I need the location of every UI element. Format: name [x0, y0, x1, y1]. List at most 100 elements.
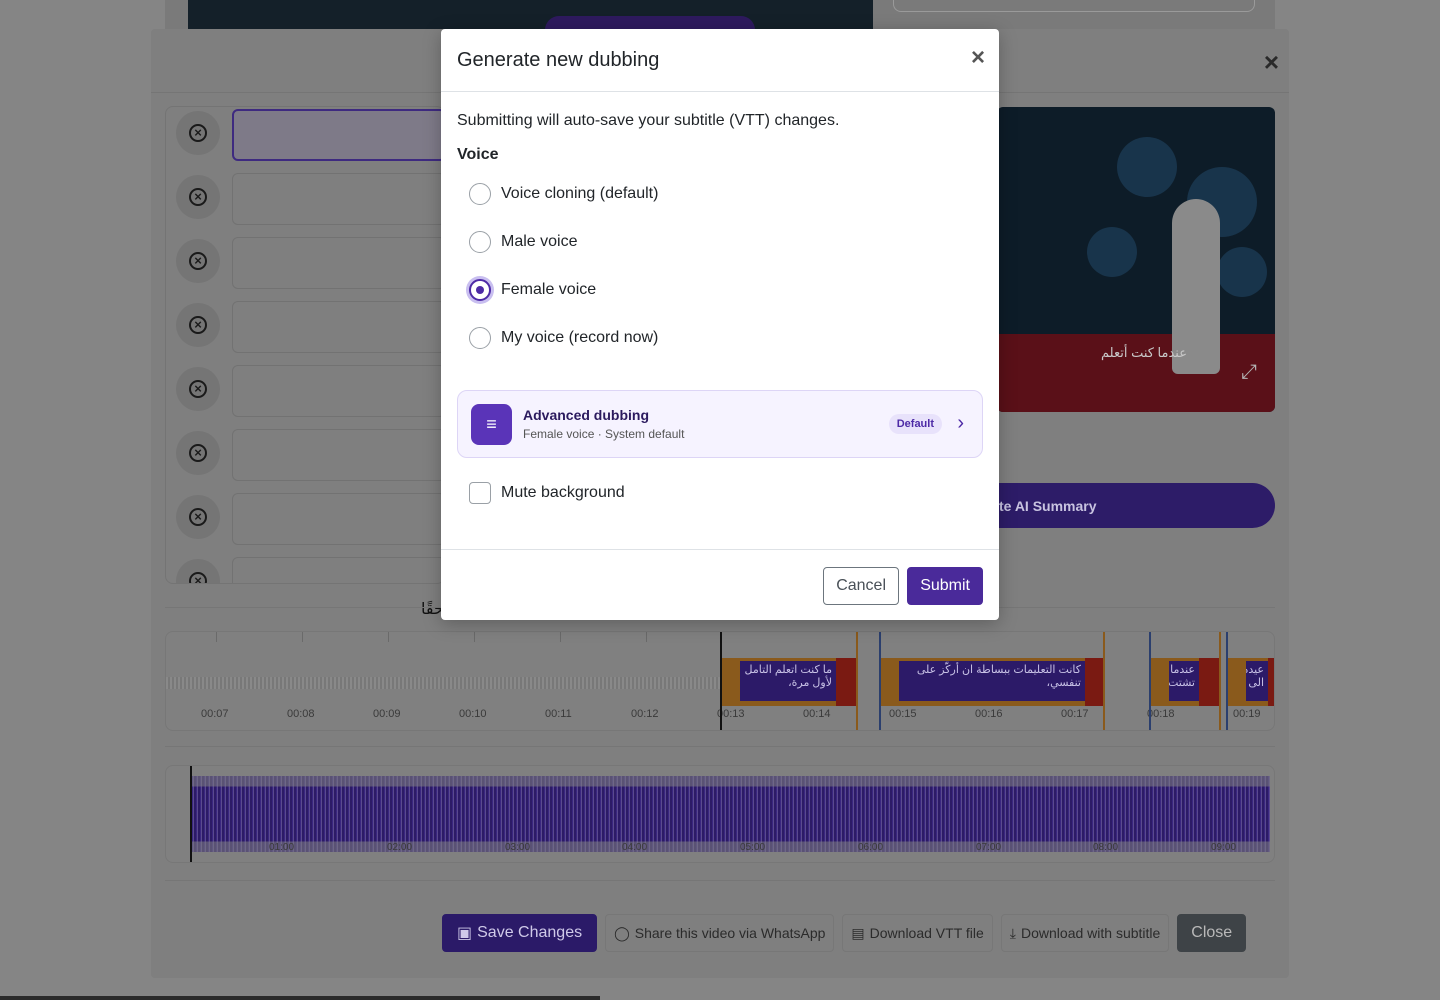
video-player[interactable]: عندما كنت أتعلم ⤢ — [997, 107, 1275, 412]
voice-option-label: Female voice — [501, 281, 597, 298]
download-icon: ⤓ — [1009, 924, 1016, 941]
overview-cursor[interactable] — [190, 766, 192, 862]
voice-label: Voice — [457, 146, 499, 163]
tick-mark — [560, 632, 561, 642]
download-vtt-button[interactable]: ▤ Download VTT file — [842, 914, 993, 952]
subtitle-text-field[interactable] — [232, 365, 444, 417]
share-whatsapp-button[interactable]: ◯ Share this video via WhatsApp — [605, 914, 835, 952]
circle-x-icon: × — [189, 188, 207, 206]
subtitle-text-field[interactable] — [232, 173, 444, 225]
playhead[interactable] — [720, 632, 722, 730]
overview-tick: 07:00 — [976, 842, 1002, 853]
floppy-icon: ▣ — [457, 925, 473, 942]
subtitle-row: × — [166, 299, 444, 363]
segment-handle[interactable] — [1085, 658, 1105, 706]
voice-option-male[interactable]: Male voice — [469, 230, 577, 254]
dub-segment[interactable]: كانت التعليمات ببساطة ان أركّز على تنفسي… — [881, 658, 1105, 706]
dub-segment[interactable]: عيده الى — [1228, 658, 1274, 706]
mute-background-checkbox[interactable] — [469, 482, 491, 504]
subtitle-text-field[interactable] — [232, 429, 444, 481]
segment-text: كانت التعليمات ببساطة ان أركّز على تنفسي… — [899, 661, 1085, 701]
tick-mark — [474, 632, 475, 642]
segment-handle[interactable] — [836, 658, 856, 706]
tick-label: 00:15 — [889, 708, 917, 720]
overview-tick: 06:00 — [858, 842, 884, 853]
segment-handle[interactable] — [1199, 658, 1219, 706]
waveform-timeline[interactable]: 00:07 00:08 00:09 00:10 00:11 00:12 00:1… — [165, 631, 1275, 731]
file-icon: ▤ — [851, 924, 865, 941]
generate-ai-summary-button[interactable]: te AI Summary — [997, 483, 1275, 528]
delete-row-button[interactable]: × — [176, 303, 220, 347]
bottom-bar — [0, 996, 600, 1000]
close-icon[interactable]: × — [971, 46, 985, 70]
save-label: Save Changes — [477, 924, 583, 941]
whatsapp-icon: ◯ — [614, 924, 630, 941]
dub-segment[interactable]: ما كنت اتعلم التامل لأول مرة، — [722, 658, 856, 706]
save-changes-button[interactable]: ▣ Save Changes — [442, 914, 598, 952]
overview-tick: 01:00 — [269, 842, 295, 853]
fullscreen-icon[interactable]: ⤢ — [1241, 361, 1257, 384]
cancel-button[interactable]: Cancel — [823, 567, 899, 605]
editor-close-icon[interactable]: × — [1264, 49, 1279, 75]
waveform-overview[interactable]: 01:00 02:00 03:00 04:00 05:00 06:00 07:0… — [165, 765, 1275, 863]
circle-x-icon: × — [189, 508, 207, 526]
delete-row-button[interactable]: × — [176, 111, 220, 155]
waveform-shading — [190, 776, 1270, 852]
circle-x-icon: × — [189, 252, 207, 270]
segment-handle[interactable] — [1268, 658, 1274, 706]
list-icon: ≡ — [471, 404, 512, 445]
tick-label: 00:09 — [373, 708, 401, 720]
subtitle-text-field[interactable] — [232, 557, 444, 583]
video-caption: عندما كنت أتعلم — [1101, 345, 1187, 360]
subtitle-row: × — [166, 363, 444, 427]
radio-button[interactable] — [469, 231, 491, 253]
delete-row-button[interactable]: × — [176, 175, 220, 219]
background-video-strip — [188, 0, 873, 30]
video-decor — [1117, 137, 1177, 197]
tick-label: 00:14 — [803, 708, 831, 720]
overview-tick: 04:00 — [622, 842, 648, 853]
delete-row-button[interactable]: × — [176, 239, 220, 283]
circle-x-icon: × — [189, 124, 207, 142]
circle-x-icon: × — [189, 444, 207, 462]
tick-label: 00:12 — [631, 708, 659, 720]
tick-label: 00:10 — [459, 708, 487, 720]
voice-option-record[interactable]: My voice (record now) — [469, 326, 658, 350]
subtitle-text-field[interactable] — [232, 301, 444, 353]
advanced-dubbing-title: Advanced dubbing — [523, 407, 649, 423]
segment-edge — [1103, 632, 1105, 730]
voice-option-cloning[interactable]: Voice cloning (default) — [469, 182, 658, 206]
waveform-inactive — [166, 677, 721, 689]
generate-dubbing-modal: Generate new dubbing × Submitting will a… — [441, 29, 999, 620]
submit-button[interactable]: Submit — [907, 567, 983, 605]
delete-row-button[interactable]: × — [176, 495, 220, 539]
subtitle-text-field[interactable] — [232, 109, 444, 161]
delete-row-button[interactable]: × — [176, 431, 220, 475]
subtitle-row: × — [166, 555, 444, 583]
radio-button[interactable] — [469, 183, 491, 205]
download-sub-label: Download with subtitle — [1021, 925, 1161, 941]
dub-segment[interactable]: عندما تشتت — [1151, 658, 1219, 706]
subtitle-list: × × × × × × × × — [165, 106, 445, 584]
subtitle-text-field[interactable] — [232, 493, 444, 545]
tick-mark — [302, 632, 303, 642]
tick-mark — [388, 632, 389, 642]
overview-tick: 03:00 — [505, 842, 531, 853]
divider — [165, 746, 1275, 747]
close-button[interactable]: Close — [1177, 914, 1247, 952]
tick-label: 00:19 — [1233, 708, 1261, 720]
delete-row-button[interactable]: × — [176, 367, 220, 411]
subtitle-row: × — [166, 427, 444, 491]
subtitle-text-field[interactable] — [232, 237, 444, 289]
circle-x-icon: × — [189, 316, 207, 334]
voice-option-female[interactable]: Female voice — [469, 278, 596, 302]
download-with-subtitle-button[interactable]: ⤓ Download with subtitle — [1000, 914, 1170, 952]
radio-button-checked[interactable] — [469, 279, 491, 301]
segment-text: ما كنت اتعلم التامل لأول مرة، — [740, 661, 836, 701]
advanced-dubbing-card[interactable]: ≡ Advanced dubbing Female voice · System… — [457, 390, 983, 458]
mute-background-option[interactable]: Mute background — [469, 481, 625, 505]
delete-row-button[interactable]: × — [176, 559, 220, 583]
tick-label: 00:07 — [201, 708, 229, 720]
radio-button[interactable] — [469, 327, 491, 349]
overview-tick: 05:00 — [740, 842, 766, 853]
